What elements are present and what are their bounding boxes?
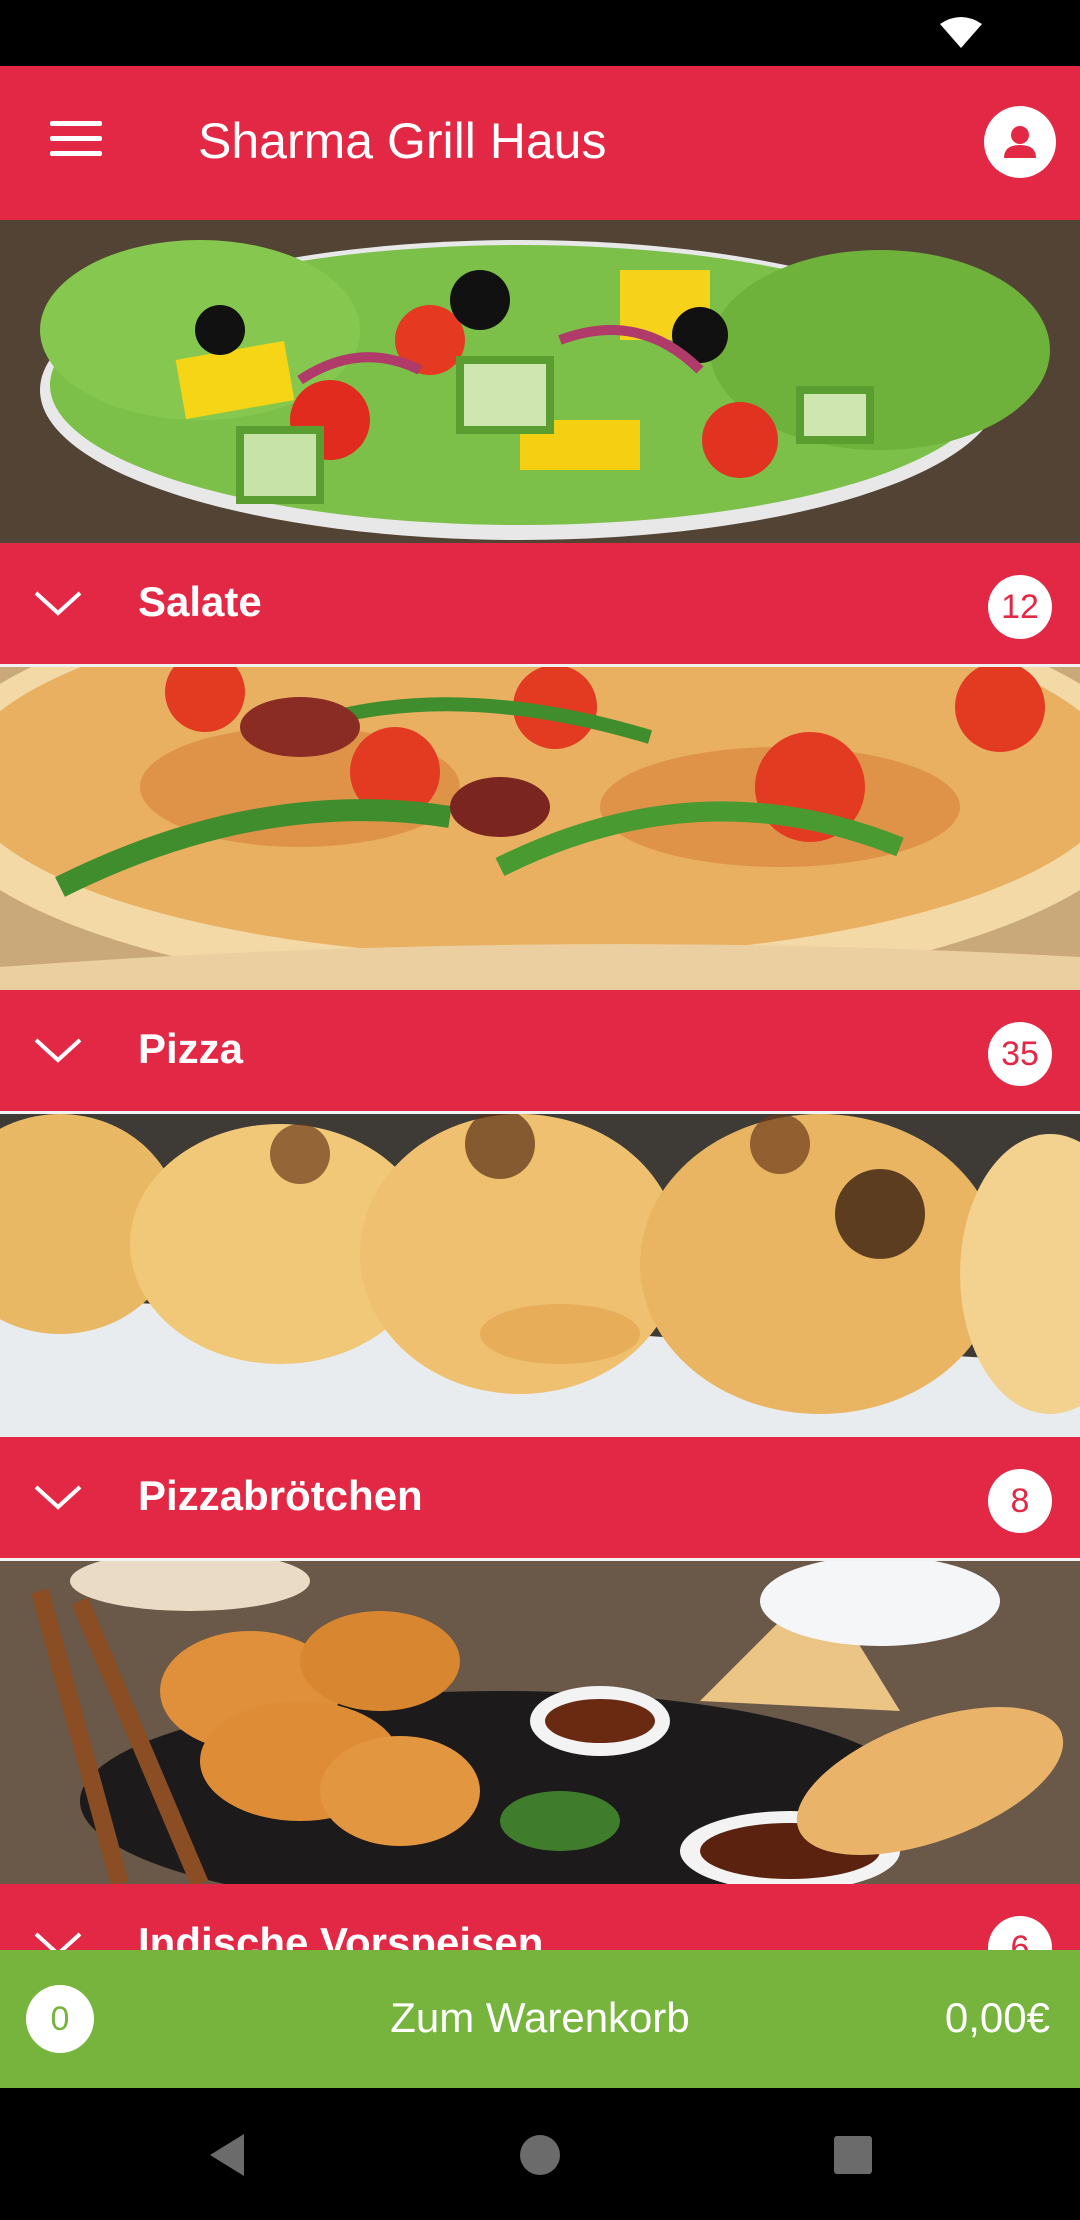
- category-label: Salate: [138, 578, 262, 625]
- pizza-rolls-image: [0, 1114, 1080, 1437]
- user-profile-icon[interactable]: [984, 106, 1056, 178]
- category-bar[interactable]: Salate 12: [0, 543, 1080, 667]
- home-icon[interactable]: [513, 2128, 567, 2182]
- pizza-image: [0, 667, 1080, 990]
- category-pizzabroetchen[interactable]: Pizzabrötchen 8: [0, 1114, 1080, 1561]
- category-count-badge: 35: [988, 1022, 1052, 1086]
- chevron-down-icon: [34, 1932, 82, 1950]
- category-indische-vorspeisen[interactable]: Indische Vorspeisen 6: [0, 1561, 1080, 1950]
- category-bar[interactable]: Pizzabrötchen 8: [0, 1437, 1080, 1561]
- cart-bar[interactable]: 0 Zum Warenkorb 0,00€: [0, 1950, 1080, 2088]
- cart-total: 0,00€: [944, 1994, 1050, 2041]
- category-label: Pizzabrötchen: [138, 1472, 423, 1519]
- category-label: Indische Vorspeisen: [138, 1919, 544, 1950]
- category-count-badge: 12: [988, 575, 1052, 639]
- category-list[interactable]: Salate 12 Pizza 35 Pizzabrötchen 8 Indis…: [0, 220, 1080, 1950]
- category-count-badge: 8: [988, 1469, 1052, 1533]
- wifi-icon: [940, 17, 982, 48]
- indian-starters-image: [0, 1561, 1080, 1884]
- category-count-badge: 6: [988, 1916, 1052, 1950]
- status-bar: [0, 0, 1080, 66]
- category-salate[interactable]: Salate 12: [0, 220, 1080, 667]
- hamburger-menu-icon[interactable]: [50, 121, 102, 161]
- app-bar: Sharma Grill Haus: [0, 66, 1080, 220]
- app-title: Sharma Grill Haus: [198, 113, 607, 169]
- chevron-down-icon: [34, 1038, 82, 1063]
- recents-icon[interactable]: [826, 2128, 880, 2182]
- category-pizza[interactable]: Pizza 35: [0, 667, 1080, 1114]
- category-bar[interactable]: Pizza 35: [0, 990, 1080, 1114]
- chevron-down-icon: [34, 1485, 82, 1510]
- category-label: Pizza: [138, 1025, 244, 1072]
- category-bar[interactable]: Indische Vorspeisen 6: [0, 1884, 1080, 1950]
- system-nav-bar: [0, 2088, 1080, 2220]
- back-icon[interactable]: [200, 2128, 254, 2182]
- chevron-down-icon: [34, 591, 82, 616]
- salad-image: [0, 220, 1080, 543]
- cart-button-label[interactable]: Zum Warenkorb: [0, 1994, 1080, 2042]
